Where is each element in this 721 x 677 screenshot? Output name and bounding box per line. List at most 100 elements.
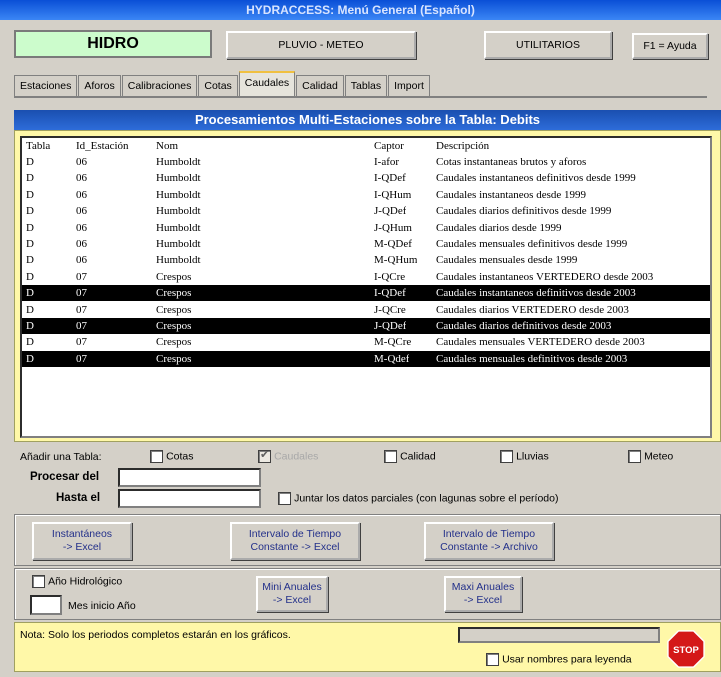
- cell-nom: Humboldt: [156, 221, 201, 234]
- cell-tabla: D: [26, 156, 34, 168]
- table-row[interactable]: D 07 Crespos J-QCre Caudales diarios VERTEDE…: [22, 302, 710, 318]
- tab-caudales[interactable]: Caudales: [238, 71, 296, 96]
- pluvio-meteo-button[interactable]: PLUVIO - METEO: [226, 31, 416, 59]
- table-row[interactable]: D 06 Humboldt I-QDef Caudales instantaneos d…: [22, 170, 710, 186]
- maxi-annual-excel-button[interactable]: Maxi Anuales -> Excel: [444, 576, 522, 612]
- table-row[interactable]: D 07 Crespos I-QDef Caudales instantaneos de…: [22, 285, 710, 302]
- join-partial-label: Juntar los datos parciales (con lagunas …: [294, 492, 559, 505]
- to-date-label: Hasta el: [56, 492, 101, 504]
- tab-strip: Estaciones Aforos Calibraciones Cotas Ca…: [14, 71, 431, 96]
- caudales-checkbox[interactable]: ✔: [258, 449, 271, 463]
- cell-tabla: D: [26, 172, 34, 185]
- cell-captor: I-QDef: [374, 287, 406, 300]
- interval-excel-line2: Constante -> Excel: [250, 541, 340, 553]
- tab-divider: [14, 96, 707, 98]
- interval-file-button[interactable]: Intervalo de Tiempo Constante -> Archivo: [424, 522, 554, 560]
- cell-nom: Humboldt: [156, 156, 201, 168]
- series-list[interactable]: Tabla Id_Estación Nom Captor Descripción…: [20, 136, 712, 438]
- cell-nom: Humboldt: [156, 188, 201, 201]
- table-row[interactable]: D 07 Crespos M-Qdef Caudales mensuales defin…: [22, 350, 710, 367]
- cell-id-estacion: 06: [76, 188, 87, 201]
- cell-descripcion: Caudales mensuales desde 1999: [436, 254, 578, 267]
- cell-nom: Humboldt: [156, 205, 201, 218]
- mini-annual-excel-button[interactable]: Mini Anuales -> Excel: [256, 576, 328, 612]
- hydro-year-option[interactable]: Año Hidrológico: [32, 575, 122, 588]
- tab-aforos[interactable]: Aforos: [78, 75, 121, 96]
- table-row[interactable]: D 06 Humboldt I-afor Cotas instantaneas brut…: [22, 154, 710, 170]
- cell-nom: Crespos: [156, 352, 192, 365]
- table-row[interactable]: D 07 Crespos M-QCre Caudales mensuales VERTE…: [22, 334, 710, 350]
- join-partial-option[interactable]: Juntar los datos parciales (con lagunas …: [278, 492, 558, 505]
- hydro-year-checkbox[interactable]: [32, 575, 45, 588]
- tab-estaciones[interactable]: Estaciones: [14, 75, 78, 96]
- add-meteo-option[interactable]: Meteo: [628, 450, 673, 463]
- cotas-checkbox[interactable]: [150, 450, 163, 463]
- hidro-module-label: HIDRO: [14, 30, 212, 58]
- interval-excel-button[interactable]: Intervalo de Tiempo Constante -> Excel: [230, 522, 360, 560]
- cell-nom: Crespos: [156, 320, 192, 332]
- window-title: HYDRACCESS: Menú General (Español): [246, 3, 475, 17]
- table-header: Tabla Id_Estación Nom Captor Descripción: [22, 138, 710, 154]
- progress-bar: [458, 627, 660, 643]
- cell-captor: M-QHum: [374, 254, 418, 267]
- table-row[interactable]: D 06 Humboldt M-QHum Caudales mensuales desd…: [22, 252, 710, 268]
- cell-tabla: D: [26, 205, 34, 218]
- cell-tabla: D: [26, 352, 34, 365]
- cell-id-estacion: 07: [76, 336, 87, 349]
- month-start-input[interactable]: [30, 595, 62, 615]
- header-id-estacion: Id_Estación: [76, 140, 129, 152]
- calidad-checkbox[interactable]: [384, 450, 397, 463]
- cell-captor: I-QCre: [374, 270, 406, 283]
- lluvias-checkbox[interactable]: [500, 450, 513, 463]
- cell-captor: J-QDef: [374, 320, 407, 332]
- cell-id-estacion: 07: [76, 352, 87, 365]
- join-partial-checkbox[interactable]: [278, 492, 291, 505]
- instantaneous-excel-button[interactable]: Instantáneos -> Excel: [32, 522, 132, 560]
- cell-id-estacion: 06: [76, 172, 87, 185]
- cell-tabla: D: [26, 254, 34, 267]
- legend-names-option[interactable]: Usar nombres para leyenda: [486, 653, 632, 666]
- tab-tablas[interactable]: Tablas: [344, 75, 388, 96]
- instantaneous-excel-line1: Instantáneos: [51, 528, 113, 540]
- add-cotas-option[interactable]: Cotas: [150, 450, 194, 463]
- table-row[interactable]: D 07 Crespos I-QCre Caudales instantaneos VE…: [22, 269, 710, 285]
- cell-id-estacion: 07: [76, 320, 87, 332]
- cell-tabla: D: [26, 188, 34, 201]
- from-date-input[interactable]: [118, 468, 261, 487]
- tab-cotas[interactable]: Cotas: [198, 75, 238, 96]
- utilitarios-button[interactable]: UTILITARIOS: [484, 31, 612, 59]
- add-lluvias-option[interactable]: Lluvias: [500, 450, 549, 463]
- stop-button[interactable]: STOP: [667, 630, 705, 668]
- table-row[interactable]: D 07 Crespos J-QDef Caudales diarios definit…: [22, 318, 710, 334]
- cell-nom: Humboldt: [156, 172, 201, 185]
- add-table-label: Añadir una Tabla:: [20, 451, 102, 463]
- legend-names-checkbox[interactable]: [486, 653, 499, 666]
- cell-captor: I-afor: [374, 156, 400, 168]
- table-row[interactable]: D 06 Humboldt J-QHum Caudales diarios desde …: [22, 220, 710, 236]
- cell-tabla: D: [26, 303, 34, 316]
- cell-id-estacion: 06: [76, 238, 87, 250]
- to-date-input[interactable]: [118, 489, 261, 508]
- cell-id-estacion: 06: [76, 254, 87, 267]
- tab-import[interactable]: Import: [388, 75, 430, 96]
- lluvias-label: Lluvias: [516, 450, 549, 463]
- cell-captor: I-QDef: [374, 172, 406, 185]
- meteo-checkbox[interactable]: [628, 450, 641, 463]
- header-descripcion: Descripción: [436, 140, 490, 152]
- cell-descripcion: Caudales diarios desde 1999: [436, 221, 562, 234]
- header-captor: Captor: [374, 140, 404, 152]
- cell-descripcion: Caudales instantaneos definitivos desde …: [436, 287, 636, 300]
- cell-nom: Crespos: [156, 287, 192, 300]
- tab-calibraciones[interactable]: Calibraciones: [121, 75, 198, 96]
- cell-nom: Crespos: [156, 336, 192, 349]
- table-row[interactable]: D 06 Humboldt I-QHum Caudales instantaneos d…: [22, 187, 710, 203]
- cell-captor: M-QDef: [374, 238, 412, 250]
- add-calidad-option[interactable]: Calidad: [384, 450, 436, 463]
- tab-calidad[interactable]: Calidad: [296, 75, 344, 96]
- table-row[interactable]: D 06 Humboldt M-QDef Caudales mensuales defi…: [22, 236, 710, 252]
- footer-note: Nota: Solo los periodos completos estará…: [20, 629, 291, 641]
- cell-captor: J-QCre: [374, 303, 406, 316]
- help-button[interactable]: F1 = Ayuda: [632, 33, 708, 59]
- add-caudales-option[interactable]: ✔ Caudales: [258, 449, 318, 463]
- table-row[interactable]: D 06 Humboldt J-QDef Caudales diarios defini…: [22, 203, 710, 219]
